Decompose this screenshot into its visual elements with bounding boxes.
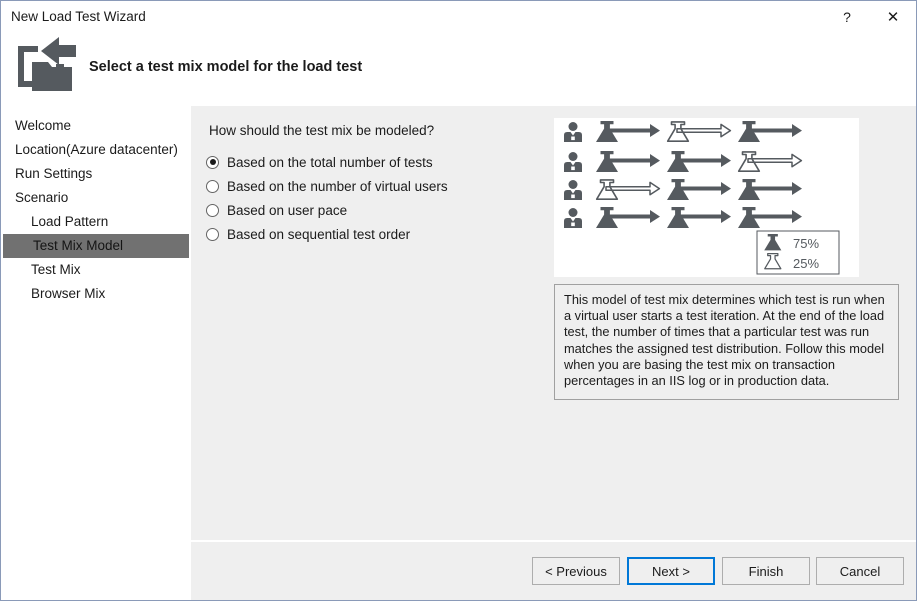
radio-mark-icon (206, 203, 219, 217)
sidebar-item-test-mix-model[interactable]: Test Mix Model (3, 234, 189, 258)
sidebar-item-scenario[interactable]: Scenario (1, 186, 190, 210)
title-bar: New Load Test Wizard ? ✕ (1, 1, 916, 32)
radio-option-label: Based on sequential test order (227, 226, 411, 242)
radio-option-label: Based on the number of virtual users (227, 178, 448, 194)
sidebar-nav-list: Welcome Location(Azure datacenter) Run S… (1, 104, 190, 306)
sidebar-item-load-pattern[interactable]: Load Pattern (1, 210, 190, 234)
diagram-legend: 75% 25% (756, 230, 840, 275)
sidebar-item-test-mix[interactable]: Test Mix (1, 258, 190, 282)
close-icon[interactable]: ✕ (870, 1, 916, 32)
radio-mark-icon (206, 155, 219, 169)
wizard-footer: < Previous Next > Finish Cancel (191, 542, 916, 600)
test-mix-model-radio-group: Based on the total number of tests Based… (206, 150, 448, 246)
radio-option-user-pace[interactable]: Based on user pace (206, 198, 448, 222)
diagram-row-2 (564, 151, 803, 172)
help-icon[interactable]: ? (824, 1, 870, 32)
sidebar-item-run-settings[interactable]: Run Settings (1, 162, 190, 186)
legend-value-outline: 25% (793, 256, 819, 271)
question-label: How should the test mix be modeled? (209, 123, 435, 138)
radio-option-label: Based on the total number of tests (227, 154, 433, 170)
page-title: Select a test mix model for the load tes… (89, 59, 363, 75)
next-button[interactable]: Next > (627, 557, 715, 585)
diagram-row-3 (564, 179, 802, 200)
radio-mark-icon (206, 227, 219, 241)
sidebar-item-welcome[interactable]: Welcome (1, 114, 190, 138)
finish-button[interactable]: Finish (722, 557, 810, 585)
window-title: New Load Test Wizard (11, 9, 146, 24)
radio-mark-icon (206, 179, 219, 193)
wizard-steps-sidebar: Welcome Location(Azure datacenter) Run S… (1, 104, 190, 600)
sidebar-item-location[interactable]: Location(Azure datacenter) (1, 138, 190, 162)
radio-option-number-of-virtual-users[interactable]: Based on the number of virtual users (206, 174, 448, 198)
radio-option-label: Based on user pace (227, 202, 348, 218)
new-load-test-wizard-window: New Load Test Wizard ? ✕ Select a test m… (0, 0, 917, 601)
radio-option-total-number-of-tests[interactable]: Based on the total number of tests (206, 150, 448, 174)
previous-button[interactable]: < Previous (532, 557, 620, 585)
radio-option-sequential-test-order[interactable]: Based on sequential test order (206, 222, 448, 246)
wizard-content-panel: How should the test mix be modeled? Base… (191, 106, 916, 540)
import-folder-icon (10, 32, 84, 96)
legend-value-filled: 75% (793, 236, 819, 251)
diagram-row-4 (564, 207, 802, 228)
test-mix-distribution-diagram: 75% 25% (554, 118, 859, 277)
cancel-button[interactable]: Cancel (816, 557, 904, 585)
wizard-header: Select a test mix model for the load tes… (1, 32, 916, 104)
model-description-box: This model of test mix determines which … (554, 284, 899, 400)
sidebar-item-browser-mix[interactable]: Browser Mix (1, 282, 190, 306)
diagram-row-1 (564, 121, 802, 142)
